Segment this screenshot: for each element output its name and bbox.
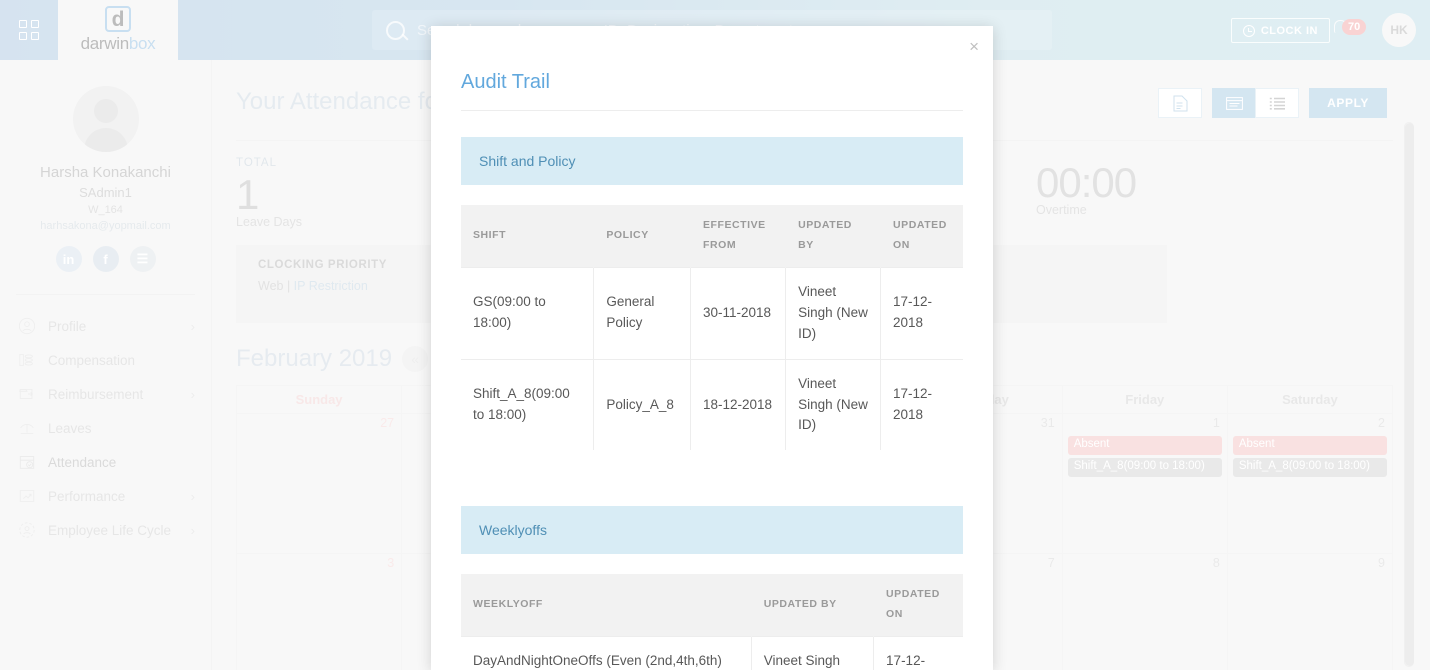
table-cell: Shift_A_8(09:00 to 18:00) (461, 358, 594, 451)
table-cell: DayAndNightOneOffs (Even (2nd,4th,6th) S… (461, 636, 752, 670)
modal-body: Shift and Policy SHIFT POLICY EFFECTIVE FRO… (431, 137, 993, 670)
table-cell: 18-12-2018 (689, 358, 786, 451)
table-cell: 17-12-2018 (880, 266, 963, 360)
table-header-row: SHIFT POLICY EFFECTIVE FROM UPDATED BY UPDAT… (461, 205, 963, 268)
application-root: d darwinbox CLOCK IN 70 HK Harsha Konaka… (0, 0, 1430, 670)
table-column-header: UPDATED BY (750, 574, 874, 637)
table-column-header: UPDATED ON (873, 574, 963, 637)
table-row: DayAndNightOneOffs (Even (2nd,4th,6th) S… (461, 636, 963, 670)
table-column-header: POLICY (593, 205, 691, 268)
table-cell: General Policy (593, 266, 691, 360)
table-cell: 17-12-2018 (880, 358, 963, 451)
table-cell: 30-11-2018 (689, 266, 786, 360)
table-column-header: UPDATED ON (880, 205, 963, 268)
table-cell: Policy_A_8 (593, 358, 691, 451)
table-row: GS(09:00 to 18:00) General Policy 30-11-20… (461, 266, 963, 360)
modal-title: Audit Trail (461, 71, 550, 93)
close-icon[interactable]: × (969, 38, 979, 55)
audit-section-header: Weeklyoffs (461, 506, 963, 555)
audit-section-header: Shift and Policy (461, 137, 963, 185)
table-column-header: SHIFT (461, 205, 594, 268)
table-column-header: WEEKLYOFF (461, 574, 752, 637)
audit-table: SHIFT POLICY EFFECTIVE FROM UPDATED BY UPDAT… (461, 205, 963, 451)
table-cell: Vineet Singh (New ID) (785, 266, 881, 360)
audit-trail-modal: × Audit Trail Shift and Policy SHIFT POLIC… (431, 26, 993, 670)
table-cell: Vineet Singh (New ID) (750, 636, 874, 670)
table-cell: 17-12-2018 (873, 636, 963, 670)
audit-table: WEEKLYOFF UPDATED BY UPDATED ON DayAndNight… (461, 574, 963, 670)
table-header-row: WEEKLYOFF UPDATED BY UPDATED ON (461, 574, 963, 637)
table-cell: GS(09:00 to 18:00) (461, 266, 594, 360)
table-cell: Vineet Singh (New ID) (785, 358, 881, 451)
table-row: Shift_A_8(09:00 to 18:00) Policy_A_8 18-12… (461, 358, 963, 451)
modal-title-divider (461, 110, 963, 111)
table-column-header: UPDATED BY (785, 205, 881, 268)
table-column-header: EFFECTIVE FROM (689, 205, 786, 268)
